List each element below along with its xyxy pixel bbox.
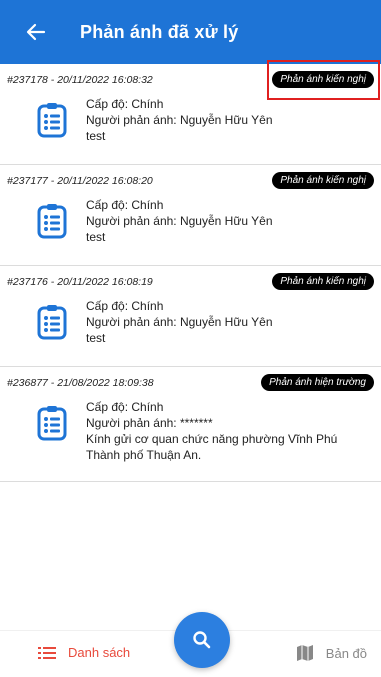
list-item[interactable]: #237176 - 20/11/2022 16:08:19 Phản ánh k… (0, 266, 381, 367)
tab-list-label: Danh sách (68, 645, 131, 660)
item-meta: #236877 - 21/08/2022 18:09:38 (7, 377, 154, 389)
tab-map[interactable]: Bản đồ (296, 645, 367, 661)
item-content: test (86, 129, 106, 143)
item-level: Cấp độ: Chính (86, 400, 164, 414)
item-level: Cấp độ: Chính (86, 97, 164, 111)
item-level: Cấp độ: Chính (86, 198, 164, 212)
list-item[interactable]: #237177 - 20/11/2022 16:08:20 Phản ánh k… (0, 165, 381, 266)
clipboard-icon (37, 103, 67, 138)
search-button[interactable] (174, 612, 230, 668)
item-reporter: Người phản ánh: Nguyễn Hữu Yên (86, 315, 273, 329)
item-meta: #237176 - 20/11/2022 16:08:19 (7, 276, 153, 288)
item-reporter: Người phản ánh: Nguyễn Hữu Yên (86, 214, 273, 228)
item-reporter: Người phản ánh: ******* (86, 416, 213, 430)
tab-map-label: Bản đồ (325, 645, 367, 661)
search-icon (193, 631, 211, 649)
item-content-line: Thành phố Thuận An. (86, 448, 202, 462)
tab-list[interactable]: Danh sách (38, 645, 130, 660)
list-item[interactable]: #236877 - 21/08/2022 18:09:38 Phản ánh h… (0, 367, 381, 482)
item-meta: #237178 - 20/11/2022 16:08:32 (7, 74, 153, 86)
category-badge: Phản ánh hiện trường (261, 374, 374, 391)
highlight-box (267, 60, 380, 100)
clipboard-icon (37, 204, 67, 239)
back-button[interactable] (14, 10, 58, 54)
list-icon (38, 646, 56, 659)
item-reporter: Người phản ánh: Nguyễn Hữu Yên (86, 113, 273, 127)
arrow-left-icon (26, 23, 46, 41)
item-content: test (86, 230, 106, 244)
category-badge: Phản ánh kiến nghị (272, 172, 374, 189)
app-bar: Phản ánh đã xử lý (0, 0, 381, 64)
item-content-line: Kính gửi cơ quan chức năng phường Vĩnh P… (86, 432, 338, 446)
item-level: Cấp độ: Chính (86, 299, 164, 313)
clipboard-icon (37, 406, 67, 441)
item-meta: #237177 - 20/11/2022 16:08:20 (7, 175, 153, 187)
item-content: test (86, 331, 106, 345)
clipboard-icon (37, 305, 67, 340)
map-icon (296, 645, 313, 661)
report-list: #237178 - 20/11/2022 16:08:32 Phản ánh k… (0, 64, 381, 482)
page-title: Phản ánh đã xử lý (80, 21, 239, 42)
category-badge: Phản ánh kiến nghị (272, 273, 374, 290)
